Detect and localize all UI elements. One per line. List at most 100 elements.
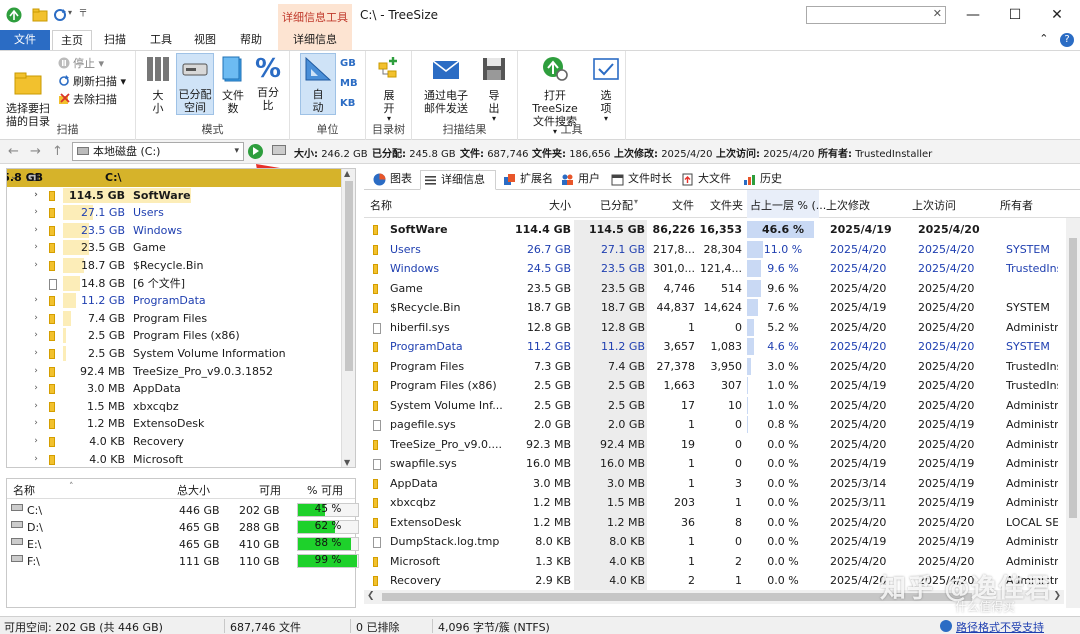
table-row[interactable]: AppData 3.0 MB 3.0 MB 1 3 0.0 % 2025/3/14 2025/… [364, 473, 1064, 493]
folder-quick-icon[interactable] [32, 7, 48, 23]
quick-access-customize-icon[interactable]: ╤ [80, 6, 86, 17]
col-drive-free[interactable]: 可用 [259, 482, 281, 498]
table-row[interactable]: DumpStack.log.tmp 8.0 KB 8.0 KB 1 0 0.0 % 2025… [364, 532, 1064, 552]
tree-item[interactable]: › 11.2 GB ProgramData [7, 292, 341, 310]
unit-auto-button[interactable]: 自 动 [300, 53, 336, 115]
drive-row[interactable]: C:\ 446 GB 202 GB 45 % [7, 501, 359, 518]
tree-item[interactable]: 14.8 GB [6 个文件] [7, 275, 341, 293]
tree-item[interactable]: › 3.0 MB AppData [7, 380, 341, 398]
col-modified[interactable]: 上次修改 [826, 197, 870, 213]
table-row[interactable]: Windows 24.5 GB 23.5 GB 301,0... 121,4... 9.6… [364, 259, 1064, 279]
chevron-right-icon[interactable]: › [31, 451, 41, 467]
table-row[interactable]: swapfile.sys 16.0 MB 16.0 MB 1 0 0.0 % 2025/4/… [364, 454, 1064, 474]
remove-scan-button[interactable]: 去除扫描 [58, 91, 117, 109]
tab-users[interactable]: 用户 [558, 170, 602, 190]
table-row[interactable]: Program Files (x86) 2.5 GB 2.5 GB 1,663 307 1… [364, 376, 1064, 396]
folder-tree[interactable]: ⌄245.8 GBC:\›114.5 GBSoftWare›27.1 GBUse… [6, 168, 356, 468]
tree-item[interactable]: › 114.5 GB SoftWare [7, 187, 341, 205]
chevron-right-icon[interactable]: › [31, 380, 41, 398]
col-drive-pct[interactable]: % 可用 [307, 482, 343, 498]
col-name[interactable]: 名称 [370, 197, 392, 213]
chevron-right-icon[interactable]: › [31, 398, 41, 416]
tree-item[interactable]: › 2.5 GB Program Files (x86) [7, 327, 341, 345]
tree-item[interactable]: › 92.4 MB TreeSize_Pro_v9.0.3.1852 [7, 363, 341, 381]
tab-extensions[interactable]: 扩展名 [500, 170, 554, 190]
tree-root[interactable]: ⌄245.8 GBC:\ [7, 169, 341, 187]
path-format-link[interactable]: 路径格式不受支持 [956, 619, 1044, 634]
col-drive-total[interactable]: 总大小 [177, 482, 210, 498]
path-select[interactable]: 本地磁盘 (C:) ▾ [72, 142, 244, 161]
unit-mb-button[interactable]: MB [340, 75, 358, 93]
drive-row[interactable]: F:\ 111 GB 110 GB 99 % [7, 552, 359, 569]
tree-item[interactable]: › 27.1 GB Users [7, 204, 341, 222]
col-files[interactable]: 文件 [672, 197, 694, 213]
tab-file-age[interactable]: 文件时长 [608, 170, 672, 190]
tab-home[interactable]: 主页 [52, 30, 92, 50]
table-row[interactable]: SoftWare 114.4 GB 114.5 GB 86,226 16,353 46.6… [364, 220, 1064, 240]
refresh-quick-icon[interactable] [52, 7, 68, 23]
tab-view[interactable]: 视图 [186, 30, 224, 50]
quick-access-dropdown-icon[interactable]: ▾ [68, 8, 72, 17]
chevron-right-icon[interactable]: › [31, 239, 41, 257]
mode-allocated-button[interactable]: 已分配 空间 [176, 53, 214, 115]
tab-help[interactable]: 帮助 [232, 30, 270, 50]
mode-files-button[interactable]: 文件 数 [218, 55, 248, 115]
chevron-right-icon[interactable]: › [31, 222, 41, 240]
tree-item[interactable]: › 7.4 GB Program Files [7, 310, 341, 328]
col-folders[interactable]: 文件夹 [710, 197, 743, 213]
table-row[interactable]: ProgramData 11.2 GB 11.2 GB 3,657 1,083 4.6 %… [364, 337, 1064, 357]
table-row[interactable]: xbxcqbz 1.2 MB 1.5 MB 203 1 0.0 % 2025/3/11 202… [364, 493, 1064, 513]
start-scan-button[interactable] [248, 144, 263, 159]
minimize-button[interactable]: — [958, 4, 988, 26]
chevron-right-icon[interactable]: › [31, 363, 41, 381]
table-row[interactable]: System Volume Inf... 2.5 GB 2.5 GB 17 10 1.0 … [364, 395, 1064, 415]
chevron-right-icon[interactable]: › [31, 310, 41, 328]
expand-button[interactable]: 展 开 ▾ [372, 55, 406, 123]
table-row[interactable]: hiberfil.sys 12.8 GB 12.8 GB 1 0 5.2 % 2025/4/… [364, 317, 1064, 337]
send-email-button[interactable]: 通过电子 邮件发送 [418, 55, 474, 115]
maximize-button[interactable]: ☐ [1000, 4, 1030, 26]
close-button[interactable]: ✕ [1042, 4, 1072, 26]
chevron-right-icon[interactable]: › [31, 415, 41, 433]
tab-file[interactable]: 文件 [0, 30, 50, 50]
table-row[interactable]: pagefile.sys 2.0 GB 2.0 GB 1 0 0.8 % 2025/4/20… [364, 415, 1064, 435]
title-search-box[interactable]: ✕ [806, 6, 946, 24]
scroll-thumb[interactable] [1069, 238, 1077, 518]
tree-item[interactable]: › 23.5 GB Game [7, 239, 341, 257]
grid-scrollbar[interactable] [1066, 218, 1080, 608]
tree-scrollbar[interactable]: ▲ ▼ [341, 169, 355, 467]
col-allocated[interactable]: 已分配 [600, 197, 633, 213]
table-row[interactable]: ExtensoDesk 1.2 MB 1.2 MB 36 8 0.0 % 2025/4/20… [364, 512, 1064, 532]
scroll-left-icon[interactable]: ❮ [367, 591, 375, 601]
mode-percent-button[interactable]: % 百分 比 [250, 55, 286, 112]
chevron-right-icon[interactable]: › [31, 345, 41, 363]
col-drive-name[interactable]: 名称 [13, 482, 35, 498]
tab-history[interactable]: 历史 [740, 170, 788, 190]
tree-item[interactable]: › 1.5 MB xbxcqbz [7, 398, 341, 416]
tree-item[interactable]: › 1.2 MB ExtensoDesk [7, 415, 341, 433]
tree-item[interactable]: › 18.7 GB $Recycle.Bin [7, 257, 341, 275]
search-clear-icon[interactable]: ✕ [933, 7, 942, 20]
forward-arrow-icon[interactable]: → [30, 144, 41, 159]
tree-item[interactable]: › 4.0 KB Recovery [7, 433, 341, 451]
details-grid[interactable]: 名称 大小 已分配 ▾ 文件 文件夹 占上一层 % (... 上次修改 上次访问… [364, 190, 1080, 610]
chevron-right-icon[interactable]: › [31, 257, 41, 275]
scroll-up-icon[interactable]: ▲ [344, 169, 350, 178]
tab-top-files[interactable]: 大文件 [678, 170, 734, 190]
table-row[interactable]: TreeSize_Pro_v9.0.... 92.3 MB 92.4 MB 19 0 0.… [364, 434, 1064, 454]
chevron-right-icon[interactable]: › [31, 204, 41, 222]
scroll-thumb[interactable] [345, 181, 353, 371]
chevron-right-icon[interactable]: › [31, 327, 41, 345]
chevron-right-icon[interactable]: › [31, 292, 41, 310]
tab-details[interactable]: 详细信息 [278, 30, 352, 50]
refresh-scan-button[interactable]: 刷新扫描 ▾ [58, 73, 126, 91]
tab-details-view[interactable]: 详细信息 [420, 170, 496, 190]
scroll-right-icon[interactable]: ❯ [1053, 591, 1061, 601]
chevron-right-icon[interactable]: › [31, 433, 41, 451]
scroll-down-icon[interactable]: ▼ [344, 458, 350, 467]
unit-kb-button[interactable]: KB [340, 95, 355, 113]
ribbon-collapse-icon[interactable]: ⌃ [1039, 32, 1048, 45]
table-row[interactable]: Users 26.7 GB 27.1 GB 217,8... 28,304 11.0 % 2… [364, 239, 1064, 259]
drive-row[interactable]: D:\ 465 GB 288 GB 62 % [7, 518, 359, 535]
export-button[interactable]: 导 出 ▾ [476, 55, 512, 123]
